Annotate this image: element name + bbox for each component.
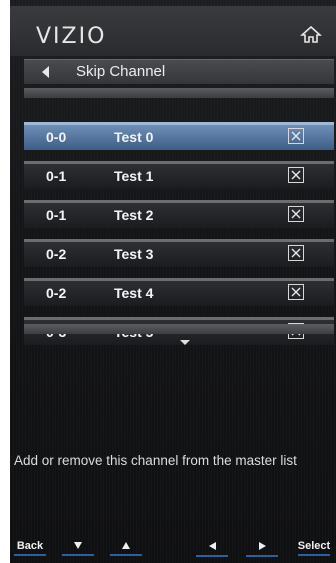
x-mark-icon	[291, 131, 301, 141]
back-button[interactable]: Back	[10, 540, 50, 556]
channel-name: Test 4	[114, 285, 154, 301]
divider	[24, 88, 334, 98]
right-arrow-icon	[258, 542, 266, 550]
channel-row[interactable]: 0-0 Test 0	[24, 122, 334, 150]
left-button[interactable]	[192, 540, 232, 557]
skip-checkbox[interactable]	[288, 206, 304, 222]
list-bottom-divider	[24, 324, 334, 334]
header: VIZIO	[10, 6, 336, 56]
down-arrow-icon	[74, 542, 82, 549]
button-underline	[62, 554, 94, 556]
channel-number: 0-1	[46, 207, 67, 223]
button-underline	[14, 554, 46, 556]
right-button[interactable]	[242, 540, 282, 557]
channel-number: 0-1	[46, 168, 67, 184]
button-underline	[110, 554, 142, 556]
up-arrow-icon	[122, 542, 130, 549]
channel-number: 0-2	[46, 285, 67, 301]
channel-row[interactable]: 0-2 Test 3	[24, 239, 334, 267]
up-button[interactable]	[106, 540, 146, 556]
button-underline	[196, 555, 228, 557]
left-arrow-icon[interactable]	[42, 66, 49, 78]
menu-title-bar[interactable]: Skip Channel	[24, 59, 334, 84]
channel-name: Test 1	[114, 168, 154, 184]
channel-list: 0-0 Test 0 0-1 Test 1 0-1 Test 2 0-2 Test 3 0-2 T…	[24, 122, 334, 356]
channel-number: 0-2	[46, 246, 67, 262]
channel-row[interactable]: 0-1 Test 2	[24, 200, 334, 228]
vizio-logo: VIZIO	[36, 24, 107, 49]
tv-menu-panel: VIZIO Skip Channel 0-0 Test 0 0-1 Test 1 0-1…	[10, 0, 336, 563]
channel-row[interactable]: 0-1 Test 1	[24, 161, 334, 189]
x-mark-icon	[291, 248, 301, 258]
back-button-label: Back	[16, 540, 44, 552]
skip-checkbox[interactable]	[288, 284, 304, 300]
button-underline	[298, 554, 330, 556]
channel-row[interactable]: 0-2 Test 4	[24, 278, 334, 306]
home-icon[interactable]	[299, 24, 323, 46]
channel-name: Test 3	[114, 246, 154, 262]
down-button[interactable]	[58, 540, 98, 556]
select-button-label: Select	[297, 540, 331, 552]
select-button[interactable]: Select	[292, 540, 336, 556]
skip-checkbox[interactable]	[288, 245, 304, 261]
channel-number: 0-0	[46, 129, 67, 145]
scroll-down-arrow-icon[interactable]	[180, 340, 190, 345]
channel-name: Test 2	[114, 207, 154, 223]
channel-name: Test 0	[114, 129, 154, 145]
left-arrow-icon	[208, 542, 216, 550]
x-mark-icon	[291, 170, 301, 180]
help-text: Add or remove this channel from the mast…	[14, 453, 297, 468]
page-title: Skip Channel	[76, 63, 166, 80]
x-mark-icon	[291, 209, 301, 219]
remote-button-bar: Back Select	[10, 536, 336, 563]
button-underline	[246, 555, 278, 557]
skip-checkbox[interactable]	[288, 128, 304, 144]
skip-checkbox[interactable]	[288, 167, 304, 183]
x-mark-icon	[291, 287, 301, 297]
